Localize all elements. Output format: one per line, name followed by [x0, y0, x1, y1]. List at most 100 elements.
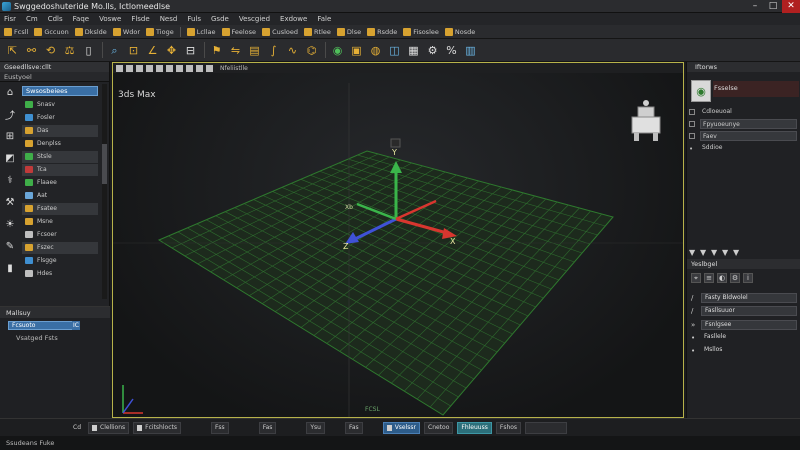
- snap-icon[interactable]: ⊡: [125, 42, 142, 59]
- panel-tab[interactable]: ▼: [689, 249, 696, 257]
- rotate-icon[interactable]: ⟲: [42, 42, 59, 59]
- status-cell[interactable]: Fss: [210, 421, 229, 434]
- ribbon-item[interactable]: Cusloed: [262, 27, 298, 36]
- object-name[interactable]: Fsselse: [714, 84, 738, 92]
- list-item[interactable]: Denplss: [22, 138, 98, 150]
- align-icon[interactable]: ⊟: [182, 42, 199, 59]
- settings-icon[interactable]: ⚙: [424, 42, 441, 59]
- slate-icon[interactable]: ◫: [386, 42, 403, 59]
- light-object[interactable]: [390, 138, 401, 148]
- minimize-icon[interactable]: –: [746, 0, 764, 13]
- ribbon-item[interactable]: Rtlee: [304, 27, 331, 36]
- render-icon[interactable]: ◉: [329, 42, 346, 59]
- maximize-icon[interactable]: □: [764, 0, 782, 13]
- layer-icon[interactable]: ▤: [246, 42, 263, 59]
- menu-item[interactable]: Vescgied: [239, 15, 270, 23]
- status-cell[interactable]: Fshos: [495, 421, 522, 434]
- modifier-field[interactable]: / Fasty Bldwolel: [691, 293, 797, 303]
- property-field[interactable]: Faev: [700, 131, 797, 141]
- ribbon-item[interactable]: Gccuon: [34, 27, 69, 36]
- wave-icon[interactable]: ∿: [284, 42, 301, 59]
- menu-item[interactable]: Cdls: [48, 15, 63, 23]
- status-cell[interactable]: Vselssr: [382, 421, 420, 434]
- list-item[interactable]: Fszec: [22, 242, 98, 254]
- ribbon-item[interactable]: Fisoslee: [403, 27, 439, 36]
- property-row[interactable]: Faev: [689, 131, 797, 141]
- viewport-tab-icon[interactable]: [166, 64, 173, 72]
- status-input[interactable]: [525, 421, 568, 434]
- property-row[interactable]: Cdloeuoal: [689, 107, 797, 117]
- viewport-tab-label[interactable]: Nfeliistlle: [220, 65, 248, 72]
- panel-tab[interactable]: ▼: [722, 249, 729, 257]
- list-item[interactable]: Aat: [22, 190, 98, 202]
- field-value[interactable]: Fsnlgsee: [701, 320, 797, 330]
- viewcube-icon[interactable]: [631, 100, 661, 141]
- curve-icon[interactable]: ∫: [265, 42, 282, 59]
- menu-item[interactable]: Exdowe: [280, 15, 307, 23]
- property-field[interactable]: Fpyuoeunye: [700, 119, 797, 129]
- ribbon-item[interactable]: Rsdde: [367, 27, 397, 36]
- menu-item[interactable]: Nesd: [160, 15, 178, 23]
- list-item[interactable]: Fsatee: [22, 203, 98, 215]
- status-cell[interactable]: Fas: [258, 421, 277, 434]
- list-item[interactable]: Flaaee: [22, 177, 98, 189]
- status-cell[interactable]: Cnetoo: [424, 421, 454, 434]
- utilities-icon[interactable]: ⚒: [2, 194, 18, 210]
- render-frame-icon[interactable]: ▣: [348, 42, 365, 59]
- list-item[interactable]: Msne: [22, 216, 98, 228]
- file-icon[interactable]: ▯: [80, 42, 97, 59]
- link-icon[interactable]: ⚯: [23, 42, 40, 59]
- viewport-tab-icon[interactable]: [116, 64, 123, 72]
- status-cell[interactable]: Clellions: [88, 421, 130, 434]
- grid-icon[interactable]: ▦: [405, 42, 422, 59]
- list-item[interactable]: Fcsoer: [22, 229, 98, 241]
- menu-item[interactable]: Fuls: [187, 15, 201, 23]
- status-cell[interactable]: Fcitshlocts: [133, 421, 181, 434]
- field-value[interactable]: Msllos: [701, 346, 797, 356]
- flag-icon[interactable]: ⚑: [208, 42, 225, 59]
- material-icon[interactable]: ◍: [367, 42, 384, 59]
- create-icon[interactable]: ⌂: [2, 84, 18, 100]
- ribbon-item[interactable]: Feelose: [221, 27, 256, 36]
- select-icon[interactable]: ⇱: [4, 42, 21, 59]
- scrollbar-thumb[interactable]: [102, 144, 107, 184]
- info-icon[interactable]: i: [743, 273, 753, 283]
- menu-item[interactable]: Fale: [317, 15, 331, 23]
- modifier-field[interactable]: • Fasllele: [691, 333, 797, 343]
- pin-icon[interactable]: ⌖: [691, 273, 701, 283]
- ribbon-item[interactable]: Fcsll: [4, 27, 28, 36]
- field-value[interactable]: Fasllele: [701, 333, 797, 343]
- viewport-tab-icon[interactable]: [186, 64, 193, 72]
- viewport-tab-icon[interactable]: [146, 64, 153, 72]
- menu-item[interactable]: Cm: [26, 15, 38, 23]
- menu-item[interactable]: Voswe: [99, 15, 121, 23]
- list-item[interactable]: Snasv: [22, 99, 98, 111]
- list-item[interactable]: Hdes: [22, 268, 98, 280]
- stack-icon[interactable]: ≡: [704, 273, 714, 283]
- property-row[interactable]: Fpyuoeunye: [689, 119, 797, 129]
- list-item[interactable]: Fosler: [22, 112, 98, 124]
- status-cell[interactable]: Ysu: [306, 421, 325, 434]
- field-value[interactable]: Fasty Bldwolel: [701, 293, 797, 303]
- light-icon[interactable]: ☀: [2, 216, 18, 232]
- status-cell[interactable]: Fhleuuss: [457, 421, 492, 434]
- list-item[interactable]: Das: [22, 125, 98, 137]
- panel-tab[interactable]: ▼: [700, 249, 707, 257]
- field-value[interactable]: Fasllsuuor: [701, 306, 797, 316]
- move-icon[interactable]: ✥: [163, 42, 180, 59]
- helper-icon[interactable]: ✎: [2, 238, 18, 254]
- layer-field-button[interactable]: IC: [72, 321, 80, 330]
- left-panel-scrollbar[interactable]: [102, 84, 107, 299]
- perspective-viewport[interactable]: Y X Z Xb FCSL Nfeliistlle 3ds Max: [112, 62, 684, 418]
- ribbon-item[interactable]: Tioge: [146, 27, 174, 36]
- display-icon[interactable]: ⚕: [2, 172, 18, 188]
- ribbon-item[interactable]: Dlse: [336, 27, 361, 36]
- ribbon-item[interactable]: Wdor: [112, 27, 140, 36]
- modifier-field[interactable]: » Fsnlgsee: [691, 320, 797, 330]
- ribbon-item[interactable]: Dkslde: [74, 27, 107, 36]
- viewport-tab-icon[interactable]: [176, 64, 183, 72]
- viewport-tab-icon[interactable]: [206, 64, 213, 72]
- close-icon[interactable]: ✕: [782, 0, 800, 13]
- checkbox[interactable]: [689, 121, 695, 127]
- graph-icon[interactable]: ⌬: [303, 42, 320, 59]
